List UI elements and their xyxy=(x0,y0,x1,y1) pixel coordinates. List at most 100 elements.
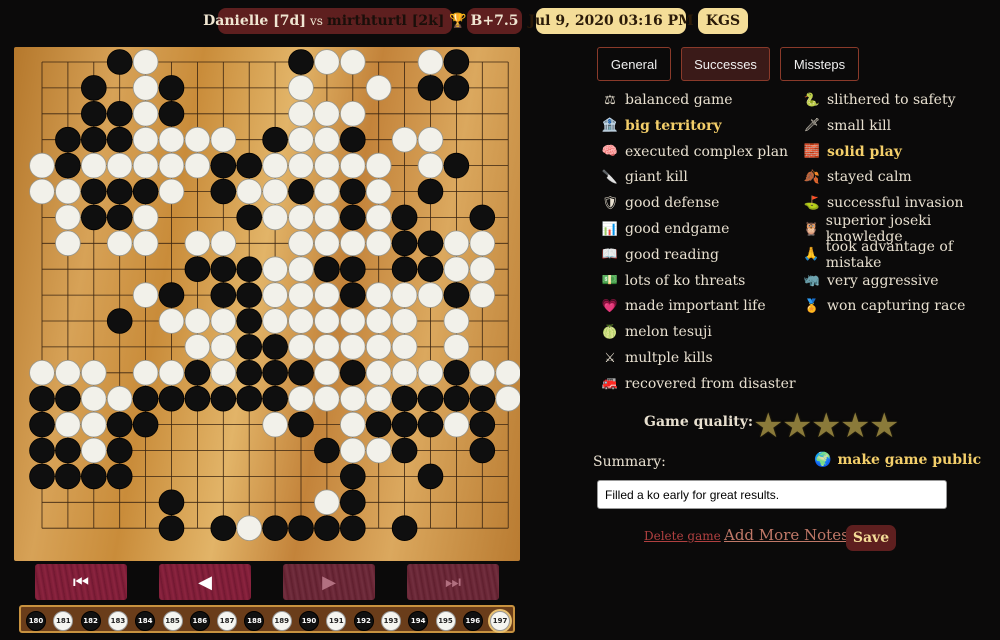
melon-icon: 🍈 xyxy=(601,324,619,340)
move-marker[interactable]: 191 xyxy=(326,611,347,631)
success-item[interactable]: 🦉 superior joseki knowledge xyxy=(803,213,1000,245)
success-item[interactable]: 🏅 won capturing race xyxy=(803,295,966,317)
black-stone xyxy=(417,75,444,101)
success-item[interactable]: 🔪 giant kill xyxy=(601,166,688,188)
move-marker[interactable]: 185 xyxy=(162,611,183,631)
quality-star-icon[interactable]: ★ xyxy=(811,406,841,446)
white-stone xyxy=(55,178,81,205)
make-public-link[interactable]: 🌍 make game public xyxy=(814,452,981,468)
success-item[interactable]: 🐍 slithered to safety xyxy=(803,89,956,111)
success-item[interactable]: 🚒 recovered from disaster xyxy=(601,373,796,395)
black-stone xyxy=(210,282,237,308)
white-stone xyxy=(495,360,520,386)
white-stone xyxy=(132,152,159,179)
black-stone xyxy=(262,126,288,153)
tab-missteps[interactable]: Missteps xyxy=(780,47,859,81)
black-stone xyxy=(469,437,496,464)
next-move-button[interactable]: ▶ xyxy=(283,564,375,600)
white-stone xyxy=(81,411,107,438)
white-player-name[interactable]: mirthturtl [2k] xyxy=(327,13,445,29)
tab-general[interactable]: General xyxy=(597,47,671,81)
success-item[interactable]: 🦏 very aggressive xyxy=(803,270,939,292)
success-item[interactable]: 🧠 executed complex plan xyxy=(601,141,788,163)
success-item-label: good endgame xyxy=(625,221,730,237)
success-item[interactable]: 🗡 small kill xyxy=(803,115,891,137)
success-item[interactable]: 💵 lots of ko threats xyxy=(601,270,745,292)
success-item[interactable]: ⛳ successful invasion xyxy=(803,192,964,214)
success-item[interactable]: 📖 good reading xyxy=(601,244,719,266)
quality-star-icon[interactable]: ★ xyxy=(840,406,870,446)
brain-icon: 🧠 xyxy=(601,144,619,160)
go-board[interactable] xyxy=(14,47,520,561)
white-stone xyxy=(314,101,340,127)
first-move-button[interactable]: ⏮ xyxy=(35,564,127,600)
move-marker[interactable]: 180 xyxy=(26,611,46,631)
chart-icon: 📊 xyxy=(601,221,619,237)
move-marker[interactable]: 189 xyxy=(271,611,292,631)
praying-hands-icon: 🙏 xyxy=(803,247,820,263)
move-marker[interactable]: 184 xyxy=(135,611,156,631)
white-stone xyxy=(132,101,159,127)
move-marker[interactable]: 192 xyxy=(353,611,374,631)
summary-input[interactable]: Filled a ko early for great results. xyxy=(597,480,947,509)
move-marker[interactable]: 194 xyxy=(408,611,429,631)
success-item[interactable]: 📊 good endgame xyxy=(601,218,729,240)
quality-star-icon[interactable]: ★ xyxy=(753,406,783,446)
previous-move-button[interactable]: ◀ xyxy=(159,564,251,600)
players-pill: Danielle [7d] vs mirthturtl [2k] 🏆 xyxy=(203,8,467,34)
white-stone xyxy=(339,308,366,334)
tab-successes[interactable]: Successes xyxy=(681,47,770,81)
move-timeline[interactable]: 180 181 182 183 184 185 186 187 188 189 190 191 192 1… xyxy=(19,605,515,633)
success-item-label: balanced game xyxy=(625,92,733,108)
white-stone xyxy=(365,308,392,334)
success-item-label: multple kills xyxy=(625,350,713,366)
save-button[interactable]: Save xyxy=(846,525,896,551)
knife-icon: 🔪 xyxy=(601,169,619,185)
move-marker[interactable]: 193 xyxy=(380,611,401,631)
black-stone xyxy=(132,178,159,205)
success-item[interactable]: 🙏 took advantage of mistake xyxy=(803,239,1000,271)
black-stone xyxy=(339,515,366,542)
white-stone xyxy=(81,359,107,386)
black-stone xyxy=(106,411,133,438)
success-item[interactable]: 🍂 stayed calm xyxy=(803,166,912,188)
black-stone xyxy=(288,49,314,75)
black-stone xyxy=(132,411,159,438)
success-item[interactable]: 💗 made important life xyxy=(601,295,766,317)
success-item[interactable]: 🛡 good defense xyxy=(601,192,720,214)
delete-game-link[interactable]: Delete game xyxy=(644,529,721,543)
white-stone xyxy=(314,385,340,412)
move-marker[interactable]: 182 xyxy=(80,611,101,631)
quality-star-icon[interactable]: ★ xyxy=(782,406,812,446)
move-marker[interactable]: 181 xyxy=(53,611,74,631)
black-stone xyxy=(288,359,314,386)
white-stone xyxy=(443,256,470,283)
black-stone xyxy=(443,359,470,386)
white-stone xyxy=(495,385,520,412)
last-move-button[interactable]: ⏭ xyxy=(407,564,499,600)
white-stone xyxy=(55,230,81,257)
move-marker[interactable]: 196 xyxy=(462,611,483,631)
move-marker[interactable]: 197 xyxy=(490,611,511,631)
move-marker[interactable]: 187 xyxy=(217,611,238,631)
white-stone xyxy=(132,282,159,308)
success-item[interactable]: 🏦 big territory xyxy=(601,115,722,137)
quality-star-icon[interactable]: ★ xyxy=(869,406,899,446)
black-stone xyxy=(339,282,366,308)
dagger-icon: 🗡 xyxy=(803,118,821,134)
white-stone xyxy=(210,230,237,257)
add-more-notes-link[interactable]: Add More Notes xyxy=(724,526,849,544)
move-marker[interactable]: 190 xyxy=(299,611,319,631)
black-stone xyxy=(469,204,496,231)
move-marker[interactable]: 183 xyxy=(107,611,128,631)
white-stone xyxy=(132,75,159,101)
success-item[interactable]: ⚖ balanced game xyxy=(601,89,733,111)
move-marker[interactable]: 195 xyxy=(435,611,456,631)
move-marker[interactable]: 188 xyxy=(244,611,265,631)
white-stone xyxy=(184,230,211,257)
move-marker[interactable]: 186 xyxy=(189,611,210,631)
success-item[interactable]: 🧱 solid play xyxy=(803,141,902,163)
success-item[interactable]: ⚔ multple kills xyxy=(601,347,713,369)
black-player-name[interactable]: Danielle [7d] xyxy=(203,13,306,29)
success-item[interactable]: 🍈 melon tesuji xyxy=(601,321,712,343)
